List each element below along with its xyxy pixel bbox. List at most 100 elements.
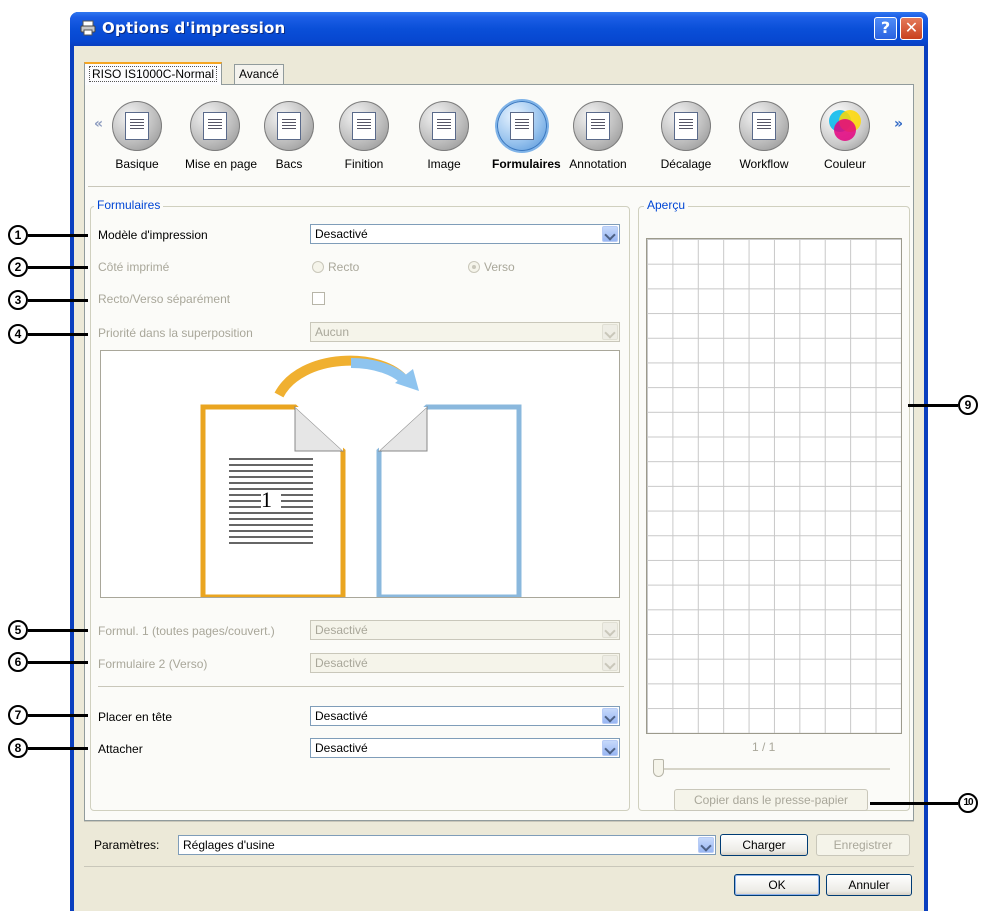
layout-icon [190, 101, 240, 151]
category-couleur[interactable]: Couleur [815, 101, 875, 171]
formul1-select[interactable]: Desactivé [310, 620, 620, 640]
callout-7: 7 [8, 705, 28, 725]
callout-4: 4 [8, 324, 28, 344]
priorite-label: Priorité dans la superposition [98, 326, 253, 340]
callout-line [908, 404, 958, 407]
category-label: Workflow [739, 157, 789, 171]
tab-riso-normal[interactable]: RISO IS1000C-Normal [84, 62, 223, 85]
priorite-select[interactable]: Aucun [310, 322, 620, 342]
category-image[interactable]: Image [414, 101, 474, 171]
document-icon [112, 101, 162, 151]
scroll-left-icon[interactable]: « [94, 116, 103, 132]
window-title: Options d'impression [102, 19, 286, 37]
category-annotation[interactable]: Annotation [568, 101, 628, 171]
category-formulaires[interactable]: Formulaires [492, 101, 561, 171]
chevron-down-icon[interactable] [698, 837, 714, 853]
attacher-label: Attacher [98, 742, 143, 756]
callout-10: 10 [958, 793, 978, 813]
title-bar[interactable]: Options d'impression ? ✕ [70, 12, 928, 46]
placer-value: Desactivé [315, 709, 368, 723]
category-workflow[interactable]: Workflow [734, 101, 794, 171]
recto-radio[interactable] [312, 261, 324, 273]
chevron-down-icon[interactable] [602, 655, 618, 671]
copy-clipboard-button[interactable]: Copier dans le presse-papier [674, 789, 868, 811]
modele-value: Desactivé [315, 227, 368, 241]
cote-label: Côté imprimé [98, 260, 170, 274]
modele-select[interactable]: Desactivé [310, 224, 620, 244]
dialog-window: Options d'impression ? ✕ RISO IS1000C-No… [70, 12, 928, 911]
category-label: Couleur [823, 157, 867, 171]
modele-label: Modèle d'impression [98, 228, 208, 242]
offset-icon [661, 101, 711, 151]
category-mise-en-page[interactable]: Mise en page [185, 101, 258, 171]
printer-icon [80, 20, 96, 36]
charger-button[interactable]: Charger [720, 834, 808, 856]
callout-line [28, 629, 88, 632]
category-label: Décalage [660, 157, 712, 171]
category-decalage[interactable]: Décalage [656, 101, 716, 171]
callout-6: 6 [8, 652, 28, 672]
preview-slider-thumb[interactable] [653, 759, 664, 777]
apercu-group-title: Aperçu [644, 198, 689, 212]
color-icon [820, 101, 870, 151]
category-basique[interactable]: Basique [107, 101, 167, 171]
parametres-value: Réglages d'usine [183, 838, 275, 852]
verso-label: Verso [484, 260, 515, 274]
category-bacs[interactable]: Bacs [259, 101, 319, 171]
parametres-select[interactable]: Réglages d'usine [178, 835, 716, 855]
category-label: Mise en page [185, 157, 258, 171]
close-button[interactable]: ✕ [900, 17, 923, 40]
chevron-down-icon[interactable] [602, 708, 618, 724]
enregistrer-button[interactable]: Enregistrer [816, 834, 910, 856]
placer-select[interactable]: Desactivé [310, 706, 620, 726]
callout-line [870, 802, 958, 805]
category-label: Image [427, 157, 461, 171]
category-label: Annotation [569, 157, 627, 171]
parametres-label: Paramètres: [94, 838, 160, 852]
preview-grid [646, 238, 902, 734]
separator [84, 866, 914, 867]
tab-avance[interactable]: Avancé [234, 64, 284, 84]
attacher-select[interactable]: Desactivé [310, 738, 620, 758]
recto-verso-label: Recto/Verso séparément [98, 292, 231, 306]
annuler-button[interactable]: Annuler [826, 874, 912, 896]
recto-label: Recto [328, 260, 360, 274]
placer-label: Placer en tête [98, 710, 173, 724]
chevron-down-icon[interactable] [602, 740, 618, 756]
formul1-label: Formul. 1 (toutes pages/couvert.) [98, 624, 275, 638]
recto-verso-checkbox[interactable] [312, 292, 325, 305]
category-label: Formulaires [492, 157, 561, 171]
callout-line [28, 333, 88, 336]
callout-2: 2 [8, 257, 28, 277]
overlay-illustration: 1 [100, 350, 620, 598]
annotation-icon [573, 101, 623, 151]
image-icon [419, 101, 469, 151]
formulaires-group-title: Formulaires [94, 198, 164, 212]
chevron-down-icon[interactable] [602, 622, 618, 638]
category-label: Basique [115, 157, 159, 171]
category-finition[interactable]: Finition [334, 101, 394, 171]
dialog-body: RISO IS1000C-Normal Avancé « » Basique M… [74, 46, 924, 911]
chevron-down-icon[interactable] [602, 324, 618, 340]
separator [84, 821, 914, 822]
workflow-icon [739, 101, 789, 151]
scroll-right-icon[interactable]: » [894, 116, 903, 132]
callout-9: 9 [958, 395, 978, 415]
formul1-value: Desactivé [315, 623, 368, 637]
page-number-glyph: 1 [261, 487, 272, 512]
help-button[interactable]: ? [874, 17, 897, 40]
callout-line [28, 661, 88, 664]
ok-button[interactable]: OK [734, 874, 820, 896]
callout-line [28, 234, 88, 237]
callout-5: 5 [8, 620, 28, 640]
chevron-down-icon[interactable] [602, 226, 618, 242]
forms-icon [497, 101, 547, 151]
priorite-value: Aucun [315, 325, 350, 339]
callout-1: 1 [8, 225, 28, 245]
preview-slider-track[interactable] [654, 768, 890, 770]
callout-line [28, 714, 88, 717]
formul2-select[interactable]: Desactivé [310, 653, 620, 673]
finishing-icon [339, 101, 389, 151]
callout-line [28, 747, 88, 750]
verso-radio[interactable] [468, 261, 480, 273]
